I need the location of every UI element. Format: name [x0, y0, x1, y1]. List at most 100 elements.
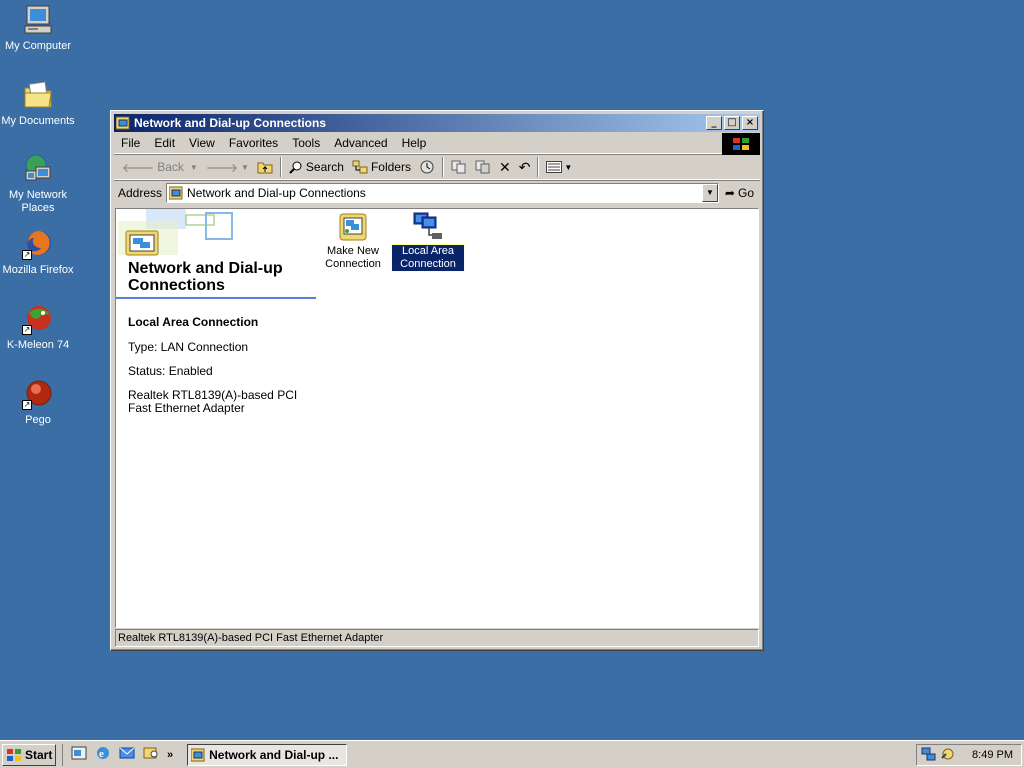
status-bar: Realtek RTL8139(A)-based PCI Fast Ethern… — [115, 629, 759, 647]
menu-bar: File Edit View Favorites Tools Advanced … — [114, 132, 760, 155]
move-to-button[interactable] — [447, 156, 471, 178]
desktop-icon-label: K-Meleon 74 — [6, 339, 70, 351]
desktop-icon-my-computer[interactable]: My Computer — [0, 4, 76, 53]
lan-connection-icon — [412, 211, 444, 243]
desktop-icon-label: Mozilla Firefox — [2, 264, 74, 276]
network-connections-icon — [191, 748, 205, 761]
up-folder-button[interactable] — [253, 156, 277, 178]
minimize-button[interactable]: _ — [706, 116, 722, 130]
desktop-icon-label: My Documents — [1, 115, 75, 127]
folders-icon — [352, 160, 368, 174]
network-tray-icon[interactable] — [921, 746, 937, 765]
status-text: Realtek RTL8139(A)-based PCI Fast Ethern… — [118, 632, 384, 644]
history-icon — [420, 160, 434, 174]
forward-arrow-icon: 🡒 — [205, 160, 238, 175]
address-dropdown-button[interactable]: ▼ — [701, 183, 718, 202]
network-places-icon — [22, 153, 54, 185]
page-title: Network and Dial-up Connections — [128, 260, 283, 294]
back-button[interactable]: 🡐 Back ▼ — [118, 156, 202, 178]
desktop-icon-my-documents[interactable]: My Documents — [0, 79, 76, 128]
folder-icon — [22, 79, 54, 111]
internet-explorer-icon[interactable]: e — [95, 745, 111, 764]
shortcut-arrow-icon: ↗ — [22, 400, 32, 410]
network-connections-icon — [116, 116, 130, 130]
taskbar-window-button[interactable]: Network and Dial-up ... — [187, 743, 348, 766]
connection-type: Type: LAN Connection — [128, 340, 249, 354]
history-button[interactable] — [415, 156, 439, 178]
menu-edit[interactable]: Edit — [147, 136, 182, 150]
adapter-name: Realtek RTL8139(A)-based PCI Fast Ethern… — [128, 388, 298, 415]
local-area-connection-item[interactable]: Local Area Connection — [391, 211, 465, 272]
menu-view[interactable]: View — [182, 136, 222, 150]
item-label: Local Area Connection — [391, 244, 465, 272]
windows-logo-icon — [722, 133, 760, 155]
search-icon — [289, 161, 302, 174]
folders-label: Folders — [370, 160, 411, 174]
undo-button[interactable]: ↶ — [515, 156, 535, 178]
show-desktop-icon[interactable] — [71, 745, 87, 764]
desktop-icon-my-network-places[interactable]: My Network Places — [0, 153, 76, 215]
dropdown-arrow-icon: ▼ — [564, 162, 573, 172]
close-button[interactable]: × — [742, 116, 758, 130]
clock[interactable]: 8:49 PM — [972, 749, 1013, 761]
outlook-express-icon[interactable] — [119, 745, 135, 764]
forward-button[interactable]: 🡒 ▼ — [202, 156, 253, 178]
system-tray: 8:49 PM — [916, 744, 1022, 766]
shortcut-arrow-icon: ↗ — [22, 250, 32, 260]
dropdown-arrow-icon: ▼ — [189, 162, 198, 172]
make-new-connection-icon — [337, 211, 369, 243]
title-bar[interactable]: Network and Dial-up Connections _ □ × — [114, 114, 760, 132]
go-arrow-icon: ➦ — [724, 185, 735, 200]
connection-status: Status: Enabled — [128, 364, 213, 378]
taskbar: Start e » Network and Dial-up ... 8:49 P… — [0, 740, 1024, 768]
window-title: Network and Dial-up Connections — [134, 116, 327, 130]
menu-file[interactable]: File — [114, 136, 147, 150]
folder-view: Network and Dial-up Connections Local Ar… — [115, 208, 759, 628]
go-label: Go — [737, 185, 754, 200]
shortcut-arrow-icon: ↗ — [22, 325, 32, 335]
windows-logo-icon — [7, 748, 21, 761]
views-icon — [546, 161, 563, 173]
search-label: Search — [305, 160, 344, 174]
quick-launch: e » — [62, 743, 177, 766]
toolbar-separator — [537, 157, 540, 177]
maximize-button[interactable]: □ — [724, 116, 740, 130]
up-folder-icon — [257, 162, 273, 174]
back-arrow-icon: 🡐 — [122, 160, 155, 175]
desktop-icon-mozilla-firefox[interactable]: ↗ Mozilla Firefox — [0, 228, 76, 277]
menu-advanced[interactable]: Advanced — [327, 136, 394, 150]
address-label: Address — [118, 185, 163, 200]
move-to-icon — [451, 160, 466, 174]
menu-tools[interactable]: Tools — [285, 136, 327, 150]
menu-favorites[interactable]: Favorites — [222, 136, 285, 150]
start-button[interactable]: Start — [2, 743, 56, 766]
copy-to-button[interactable] — [471, 156, 495, 178]
search-button[interactable]: Search — [285, 156, 348, 178]
toolbar-separator — [441, 157, 444, 177]
desktop-icon-pego[interactable]: ↗ Pego — [0, 378, 76, 427]
folders-button[interactable]: Folders — [348, 156, 415, 178]
toolbar-separator — [279, 157, 282, 177]
desktop-icon-label: My Network Places — [8, 189, 68, 214]
views-button[interactable]: ▼ — [542, 156, 576, 178]
volume-tray-icon[interactable] — [939, 746, 955, 765]
copy-to-icon — [475, 160, 490, 174]
pego-icon: ↗ — [22, 378, 54, 410]
delete-button[interactable]: ✕ — [495, 156, 515, 178]
desktop-icon-label: My Computer — [4, 40, 72, 52]
title-divider — [116, 297, 316, 299]
chevron-right-icon[interactable]: » — [167, 749, 173, 761]
start-label: Start — [25, 747, 53, 762]
kmeleon-icon: ↗ — [22, 303, 54, 335]
explorer-icon[interactable] — [143, 745, 159, 764]
svg-text:e: e — [99, 748, 104, 760]
make-new-connection-item[interactable]: Make New Connection — [317, 211, 389, 271]
go-button[interactable]: ➦ Go — [719, 186, 760, 200]
menu-help[interactable]: Help — [395, 136, 434, 150]
network-connections-icon — [169, 186, 183, 199]
taskbar-window-label: Network and Dial-up ... — [209, 747, 339, 762]
address-value: Network and Dial-up Connections — [187, 185, 366, 200]
desktop-icon-k-meleon[interactable]: ↗ K-Meleon 74 — [0, 303, 76, 352]
explorer-window: Network and Dial-up Connections _ □ × Fi… — [110, 110, 764, 651]
address-input[interactable]: Network and Dial-up Connections ▼ — [166, 182, 719, 203]
